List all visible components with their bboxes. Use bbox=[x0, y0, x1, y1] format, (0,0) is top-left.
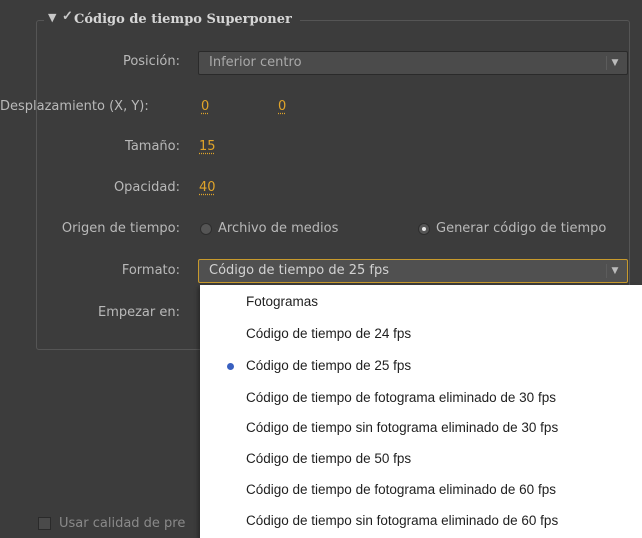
radio-off-icon[interactable] bbox=[200, 222, 212, 235]
time-origin-label: Origen de tiempo: bbox=[61, 221, 180, 236]
position-dropdown[interactable]: Inferior centro ▼ bbox=[198, 51, 628, 75]
radio-on-icon[interactable] bbox=[418, 222, 430, 235]
menu-item-frames[interactable]: Fotogramas bbox=[200, 287, 642, 317]
format-menu: Fotogramas Código de tiempo de 24 fps Có… bbox=[200, 285, 642, 538]
use-quality-checkbox[interactable]: Usar calidad de pre bbox=[38, 516, 185, 531]
size-value[interactable]: 15 bbox=[199, 139, 216, 154]
radio-media-file[interactable]: Archivo de medios bbox=[200, 221, 338, 236]
start-at-label: Empezar en: bbox=[97, 305, 180, 320]
menu-item-60fps-nondrop[interactable]: Código de tiempo sin fotograma eliminado… bbox=[200, 506, 642, 536]
opacity-label: Opacidad: bbox=[113, 180, 180, 195]
format-dropdown-value: Código de tiempo de 25 fps bbox=[209, 263, 389, 278]
menu-item-60fps-drop[interactable]: Código de tiempo de fotograma eliminado … bbox=[200, 475, 642, 505]
menu-item-25fps[interactable]: Código de tiempo de 25 fps bbox=[200, 351, 642, 381]
position-label: Posición: bbox=[122, 54, 180, 69]
size-label: Tamaño: bbox=[125, 139, 180, 154]
menu-item-30fps-nondrop[interactable]: Código de tiempo sin fotograma eliminado… bbox=[200, 413, 642, 443]
radio-media-file-label: Archivo de medios bbox=[218, 221, 339, 236]
selected-dot-icon bbox=[227, 363, 234, 370]
menu-item-30fps-drop[interactable]: Código de tiempo de fotograma eliminado … bbox=[200, 383, 642, 413]
position-dropdown-value: Inferior centro bbox=[209, 55, 302, 70]
format-label: Formato: bbox=[121, 263, 180, 278]
section-header[interactable]: ▼ ✓ Código de tiempo Superponer bbox=[44, 6, 300, 32]
use-quality-label: Usar calidad de pre bbox=[59, 516, 186, 531]
format-dropdown[interactable]: Código de tiempo de 25 fps ▼ bbox=[198, 259, 628, 283]
menu-item-24fps[interactable]: Código de tiempo de 24 fps bbox=[200, 319, 642, 349]
radio-generate-timecode-label: Generar código de tiempo bbox=[436, 221, 607, 236]
chevron-down-icon[interactable]: ▼ bbox=[606, 264, 623, 278]
expand-triangle-icon[interactable]: ▼ bbox=[48, 11, 56, 24]
radio-generate-timecode[interactable]: Generar código de tiempo bbox=[418, 221, 606, 236]
checkbox-box[interactable] bbox=[38, 517, 51, 530]
offset-y-value[interactable]: 0 bbox=[278, 99, 286, 114]
section-title: Código de tiempo Superponer bbox=[74, 11, 292, 27]
section-checkbox-check-icon[interactable]: ✓ bbox=[62, 9, 73, 24]
chevron-down-icon[interactable]: ▼ bbox=[606, 56, 623, 70]
offset-x-value[interactable]: 0 bbox=[201, 99, 209, 114]
offset-label: Desplazamiento (X, Y): bbox=[0, 99, 149, 114]
opacity-value[interactable]: 40 bbox=[199, 180, 216, 195]
menu-item-50fps[interactable]: Código de tiempo de 50 fps bbox=[200, 444, 642, 474]
